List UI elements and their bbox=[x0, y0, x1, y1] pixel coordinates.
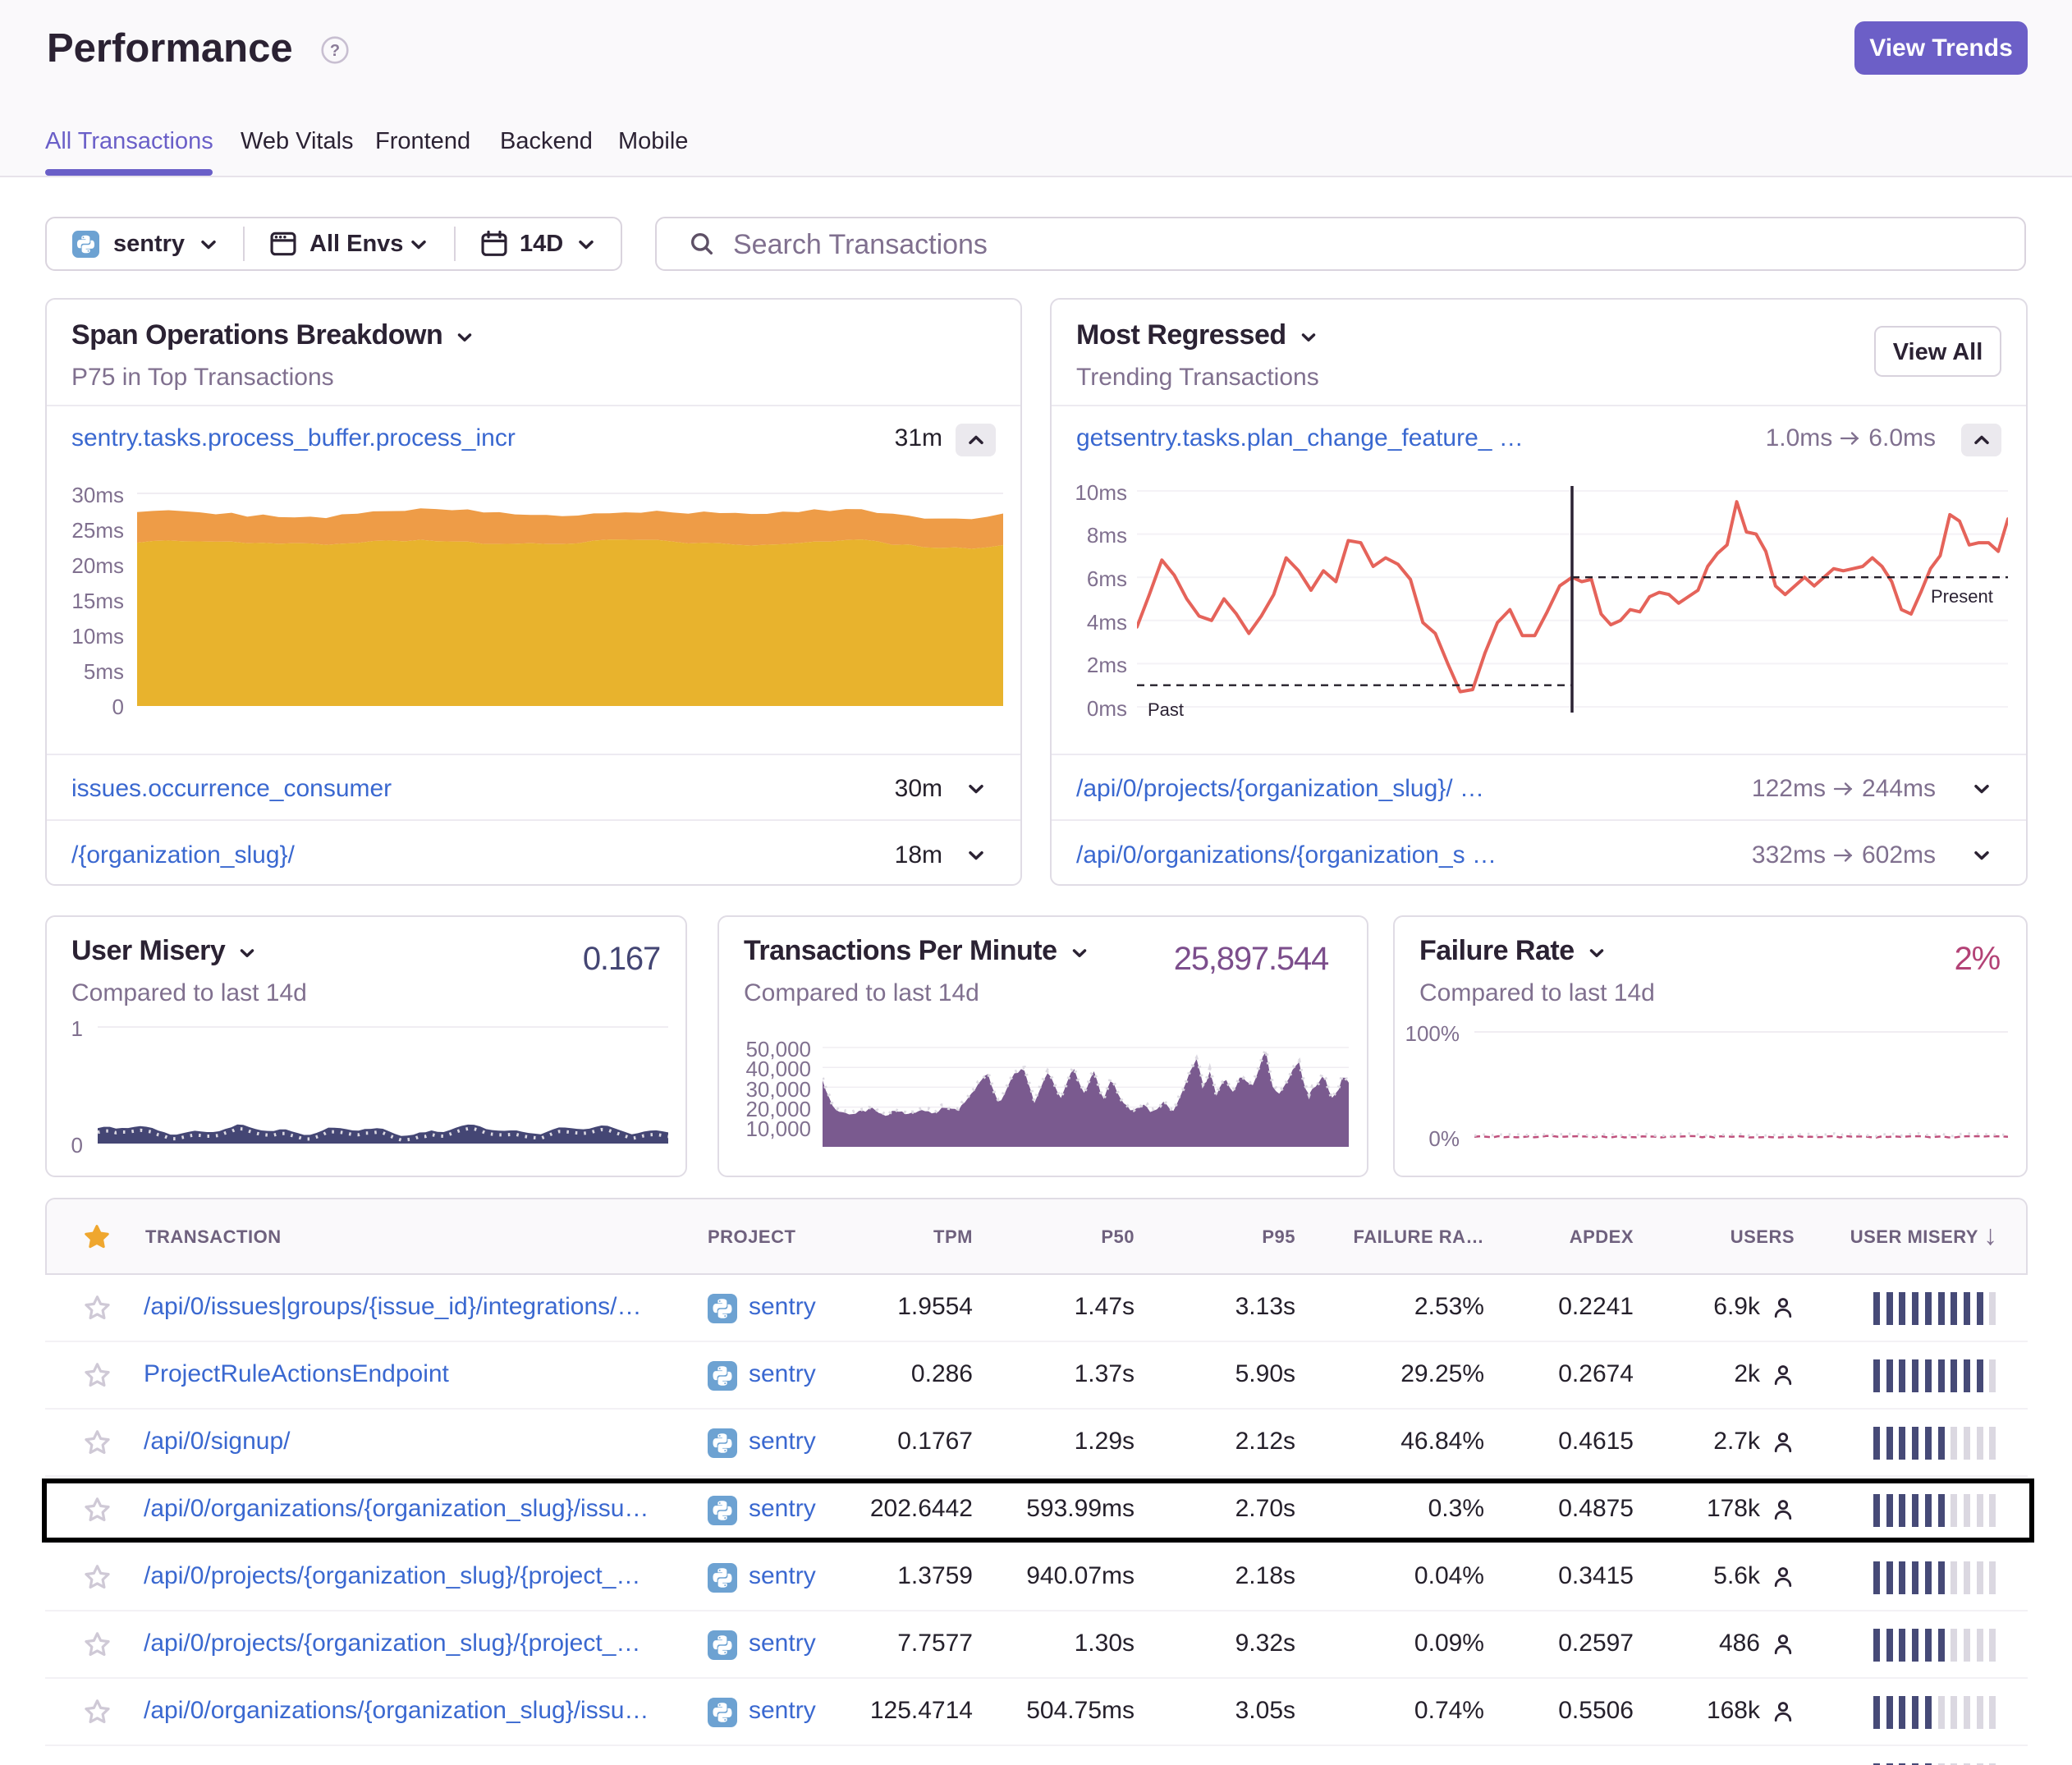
svg-text:?: ? bbox=[330, 42, 340, 60]
